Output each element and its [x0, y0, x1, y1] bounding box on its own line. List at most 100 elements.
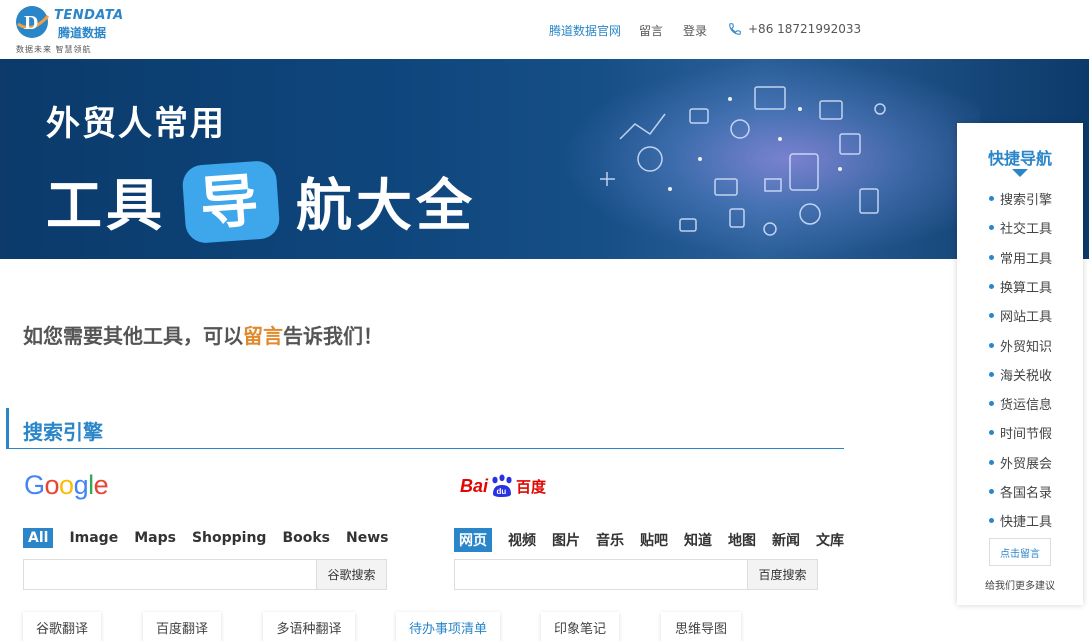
nav-link-message[interactable]: 留言 — [639, 22, 663, 39]
feedback-prompt-after: 告诉我们！ — [283, 324, 383, 348]
baidu-tab[interactable]: 贴吧 — [640, 528, 668, 552]
quick-nav-item[interactable]: 时间节假 — [989, 423, 1052, 442]
tool-button[interactable]: 百度翻译 — [143, 612, 221, 641]
quick-nav-item[interactable]: 快捷工具 — [989, 511, 1052, 530]
quick-nav-item-label: 时间节假 — [1000, 427, 1053, 443]
svg-text:D: D — [24, 12, 38, 34]
leave-message-button[interactable]: 点击留言 — [989, 538, 1051, 566]
quick-nav-item-label: 常用工具 — [1000, 251, 1053, 267]
quick-nav-item[interactable]: 外贸展会 — [989, 453, 1052, 472]
banner-title-prefix: 工具 — [46, 174, 166, 239]
bullet-icon — [989, 459, 994, 465]
tool-button[interactable]: 待办事项清单 — [396, 612, 500, 641]
quick-nav-item[interactable]: 海关税收 — [989, 365, 1052, 384]
quick-nav-item-label: 社交工具 — [1000, 222, 1053, 238]
quick-nav-item[interactable]: 网站工具 — [989, 306, 1052, 325]
google-logo: Google — [24, 470, 109, 501]
google-search-tabs: All Image Maps Shopping Books News — [23, 528, 404, 548]
bullet-icon — [989, 196, 994, 201]
tendata-logo[interactable]: D TENDATA 腾道数据 数据未来 智慧领航 — [14, 4, 134, 56]
logo-slogan: 数据未来 智慧领航 — [16, 45, 92, 54]
google-logo-letter: o — [44, 470, 60, 500]
banner-title-highlight: 导 — [181, 159, 281, 244]
phone-number: +86 18721992033 — [748, 22, 862, 36]
baidu-logo-du: du — [497, 487, 507, 496]
quick-nav-item-label: 快捷工具 — [1000, 515, 1053, 531]
quick-nav-item[interactable]: 各国名录 — [989, 482, 1052, 501]
baidu-paw-icon: du — [489, 474, 515, 498]
quick-nav-item-label: 货运信息 — [1000, 398, 1053, 414]
bullet-icon — [989, 313, 994, 319]
baidu-tab[interactable]: 文库 — [816, 528, 844, 552]
quick-nav-item[interactable]: 外贸知识 — [989, 336, 1052, 355]
banner-title-line1: 外贸人常用 — [46, 104, 226, 144]
baidu-tab[interactable]: 图片 — [552, 528, 580, 552]
quick-nav-item[interactable]: 搜索引擎 — [989, 189, 1052, 208]
google-logo-letter: o — [59, 470, 74, 500]
quick-nav-item[interactable]: 换算工具 — [989, 277, 1052, 296]
logo-english-text: TENDATA — [54, 8, 124, 23]
quick-nav-title: 快捷导航 — [987, 149, 1052, 168]
baidu-tab[interactable]: 音乐 — [596, 528, 624, 552]
bullet-icon — [989, 518, 994, 524]
quick-nav-item-label: 外贸展会 — [1000, 456, 1053, 472]
baidu-tab[interactable]: 新闻 — [772, 528, 800, 552]
phone-icon — [729, 23, 741, 35]
google-logo-letter: G — [24, 470, 45, 500]
baidu-tab[interactable]: 知道 — [684, 528, 712, 552]
banner-title-suffix: 航大全 — [296, 174, 477, 239]
google-tab[interactable]: News — [346, 528, 388, 548]
quick-nav-item[interactable]: 货运信息 — [989, 394, 1052, 413]
bullet-icon — [989, 254, 994, 260]
google-search-input[interactable] — [24, 560, 316, 589]
bullet-icon — [989, 401, 994, 407]
google-search-box: 谷歌搜索 — [23, 559, 387, 590]
google-tab[interactable]: Image — [69, 528, 118, 548]
quick-nav-item[interactable]: 常用工具 — [989, 248, 1052, 267]
phone-contact: +86 18721992033 — [728, 22, 861, 36]
google-tab[interactable]: Books — [282, 528, 330, 548]
baidu-tab[interactable]: 视频 — [508, 528, 536, 552]
baidu-logo: Bai du 百度 — [460, 474, 546, 498]
tool-button[interactable]: 多语种翻译 — [263, 612, 355, 641]
tool-button[interactable]: 印象笔记 — [541, 612, 619, 641]
google-logo-letter: e — [93, 470, 109, 500]
quick-nav-item-label: 搜索引擎 — [1000, 193, 1053, 208]
feedback-prompt-before: 如您需要其他工具，可以 — [23, 324, 243, 348]
tech-icons-illustration — [600, 86, 886, 236]
google-tab[interactable]: Shopping — [192, 528, 267, 548]
baidu-tab[interactable]: 网页 — [454, 528, 492, 552]
quick-nav-item-label: 海关税收 — [1000, 368, 1053, 384]
google-tab[interactable]: Maps — [134, 528, 176, 548]
baidu-search-box: 百度搜索 — [454, 559, 818, 590]
section-accent-bar — [6, 408, 9, 448]
quick-nav-note: 给我们更多建议 — [985, 581, 1055, 592]
google-tab[interactable]: All — [23, 528, 54, 548]
nav-link-login[interactable]: 登录 — [683, 22, 707, 39]
quick-nav-item-label: 网站工具 — [1000, 310, 1053, 326]
tool-button[interactable]: 谷歌翻译 — [23, 612, 101, 641]
google-logo-letter: g — [73, 470, 89, 500]
feedback-link[interactable]: 留言 — [243, 324, 283, 348]
nav-link-official-site[interactable]: 腾道数据官网 — [549, 22, 621, 39]
baidu-search-input[interactable] — [455, 560, 747, 589]
bullet-icon — [989, 283, 994, 289]
section-title: 搜索引擎 — [23, 420, 103, 444]
baidu-tab[interactable]: 地图 — [728, 528, 756, 552]
feedback-prompt: 如您需要其他工具，可以留言告诉我们！ — [23, 320, 383, 349]
google-search-button[interactable]: 谷歌搜索 — [316, 560, 386, 589]
quick-nav-item-label: 换算工具 — [1000, 280, 1053, 296]
bullet-icon — [989, 371, 994, 377]
baidu-logo-chinese: 百度 — [516, 478, 547, 496]
tool-button[interactable]: 思维导图 — [661, 612, 741, 641]
bullet-icon — [989, 342, 994, 348]
baidu-logo-bai: Bai — [460, 475, 489, 496]
bullet-icon — [989, 489, 994, 494]
quick-nav-item[interactable]: 社交工具 — [989, 218, 1052, 237]
quick-nav-item-label: 外贸知识 — [1000, 339, 1053, 355]
banner-title-line2: 工具 导 航大全 — [46, 159, 477, 244]
bullet-icon — [989, 430, 994, 436]
baidu-paw-svg: du — [492, 474, 512, 497]
hero-banner: 外贸人常用 工具 导 航大全 — [0, 59, 1089, 259]
baidu-search-button[interactable]: 百度搜索 — [747, 560, 817, 589]
